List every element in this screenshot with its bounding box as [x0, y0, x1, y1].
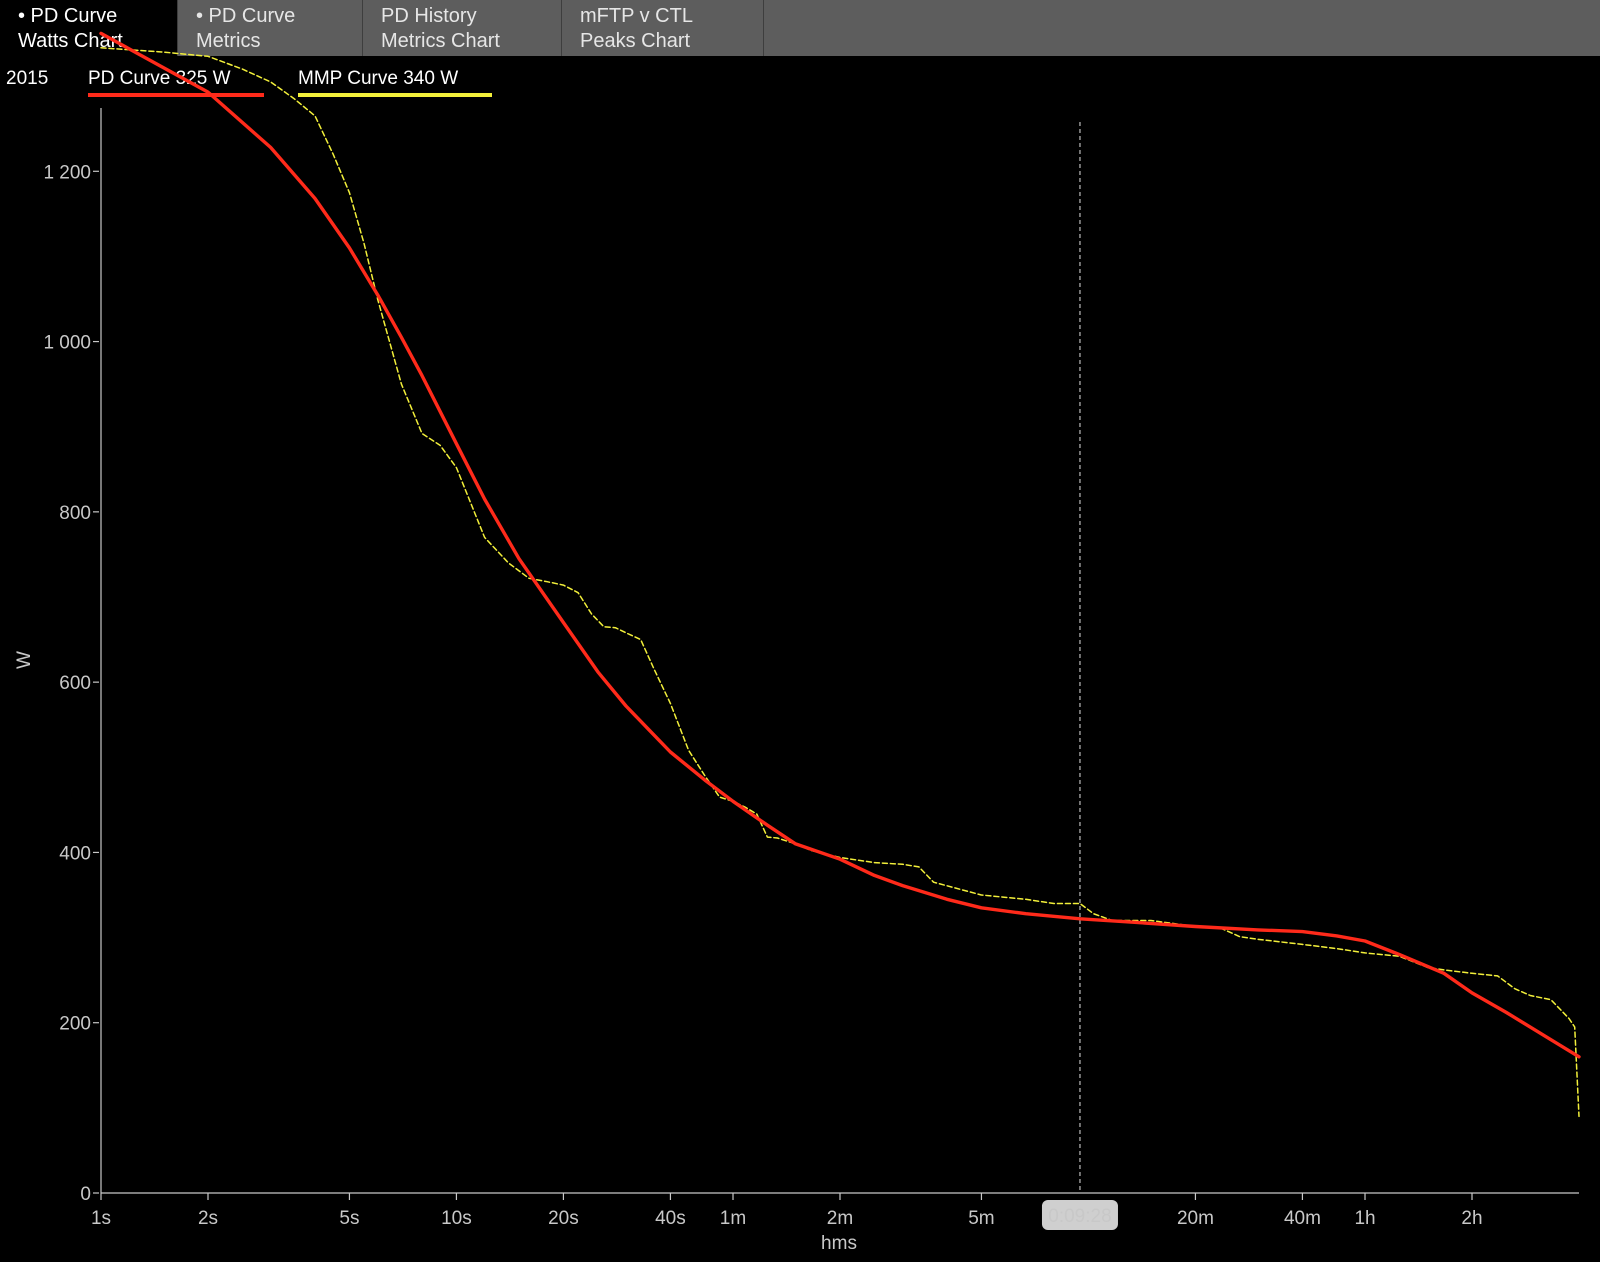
x-tick-label: 5s — [339, 1208, 359, 1229]
x-tick-label: 2s — [198, 1208, 218, 1229]
x-tick-label: 20s — [548, 1208, 579, 1229]
y-tick-label: 1 200 — [43, 162, 91, 183]
x-tick-label: 2h — [1461, 1208, 1482, 1229]
x-tick-label: 1h — [1354, 1208, 1375, 1229]
x-tick-label: 5m — [968, 1208, 994, 1229]
x-axis-title: hms — [821, 1233, 857, 1254]
x-tick-label: 40s — [655, 1208, 686, 1229]
y-tick-label: 200 — [59, 1014, 91, 1035]
x-tick-label: 1m — [720, 1208, 746, 1229]
x-tick-label: 40m — [1284, 1208, 1321, 1229]
y-tick-label: 0 — [80, 1184, 91, 1205]
x-tick-label: 10s — [441, 1208, 472, 1229]
y-tick-label: 1 000 — [43, 333, 91, 354]
y-tick-label: 800 — [59, 503, 91, 524]
x-tick-label: 1s — [91, 1208, 111, 1229]
y-tick-label: 600 — [59, 673, 91, 694]
pd-curve-chart[interactable]: 0 200 400 600 800 1 000 1 200 1s 2s 5s 10s 20s 40s 1m… — [0, 0, 1600, 1262]
x-tick-label: 20m — [1177, 1208, 1214, 1229]
x-tick-label: 2m — [827, 1208, 853, 1229]
series-line-pd-curve — [99, 31, 1581, 1059]
y-axis-title: W — [14, 651, 35, 669]
cursor-badge-label: 0:09:28 — [1048, 1206, 1111, 1227]
y-tick-label: 400 — [59, 843, 91, 864]
